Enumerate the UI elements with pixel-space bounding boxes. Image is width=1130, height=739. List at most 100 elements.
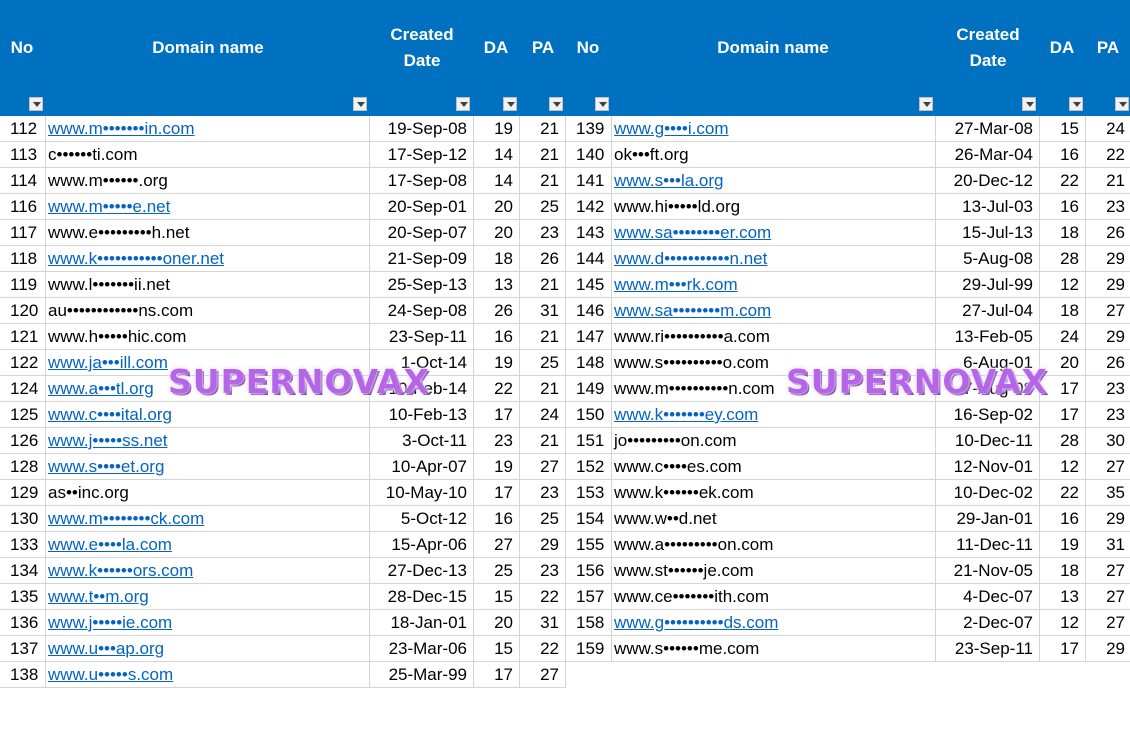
table-row: 156 www.st••••••je.com 21-Nov-05 18 27	[566, 558, 1130, 584]
cell-no: 121	[10, 324, 46, 349]
cell-pa: 27	[520, 454, 566, 479]
domain-link[interactable]: www.a•••tl.org	[46, 376, 370, 401]
cell-da: 23	[474, 428, 520, 453]
domain-link[interactable]: www.j•••••ie.com	[46, 610, 370, 635]
table-row: 113 c••••••ti.com 17-Sep-12 14 21	[0, 142, 566, 168]
domain-link[interactable]: www.m•••••e.net	[46, 194, 370, 219]
domain-link[interactable]: www.sa••••••••m.com	[612, 298, 936, 323]
domain-link[interactable]: www.k•••••••ey.com	[612, 402, 936, 427]
domain-link[interactable]: www.s••••et.org	[46, 454, 370, 479]
cell-domain: as••inc.org	[46, 480, 370, 505]
cell-created-date: 27-Dec-13	[370, 558, 474, 583]
cell-domain: www.s••••••••••o.com	[612, 350, 936, 375]
cell-created-date: 10-Feb-14	[370, 376, 474, 401]
domain-link[interactable]: www.ja•••ill.com	[46, 350, 370, 375]
filter-dropdown-no[interactable]	[29, 97, 43, 111]
table-row: 133 www.e••••la.com 15-Apr-06 27 29	[0, 532, 566, 558]
table-row: 148 www.s••••••••••o.com 6-Aug-01 20 26	[566, 350, 1130, 376]
cell-created-date: 10-Dec-02	[936, 480, 1040, 505]
domain-link[interactable]: www.d•••••••••••n.net	[612, 246, 936, 271]
cell-domain: www.ri••••••••••a.com	[612, 324, 936, 349]
domain-link[interactable]: www.m••••••••ck.com	[46, 506, 370, 531]
table-row: 153 www.k••••••ek.com 10-Dec-02 22 35	[566, 480, 1130, 506]
cell-da: 17	[1040, 402, 1086, 427]
cell-pa: 21	[520, 142, 566, 167]
cell-pa: 30	[1086, 428, 1130, 453]
domain-link[interactable]: www.k•••••••••••oner.net	[46, 246, 370, 271]
cell-created-date: 10-Dec-11	[936, 428, 1040, 453]
domain-link[interactable]: www.m•••••••in.com	[46, 116, 370, 141]
cell-da: 16	[1040, 194, 1086, 219]
table-row: 146 www.sa••••••••m.com 27-Jul-04 18 27	[566, 298, 1130, 324]
filter-dropdown-date[interactable]	[1022, 97, 1036, 111]
cell-created-date: 20-Sep-07	[370, 220, 474, 245]
cell-pa: 27	[1086, 298, 1130, 323]
cell-da: 28	[1040, 428, 1086, 453]
cell-created-date: 13-Feb-05	[936, 324, 1040, 349]
cell-pa: 25	[520, 194, 566, 219]
cell-domain: www.l•••••••ii.net	[46, 272, 370, 297]
filter-dropdown-no[interactable]	[595, 97, 609, 111]
table-row: 118 www.k•••••••••••oner.net 21-Sep-09 18 26	[0, 246, 566, 272]
cell-domain: ok•••ft.org	[612, 142, 936, 167]
header-created-date: Created Date	[956, 25, 1020, 70]
cell-created-date: 20-Dec-12	[936, 168, 1040, 193]
filter-dropdown-domain[interactable]	[919, 97, 933, 111]
cell-pa: 27	[520, 662, 566, 687]
cell-no: 148	[576, 350, 612, 375]
domain-link[interactable]: www.e••••la.com	[46, 532, 370, 557]
header-created-date: Created Date	[390, 25, 454, 70]
domain-link[interactable]: www.g••••••••••ds.com	[612, 610, 936, 635]
domain-link[interactable]: www.k••••••ors.com	[46, 558, 370, 583]
domain-link[interactable]: www.u•••ap.org	[46, 636, 370, 661]
filter-dropdown-domain[interactable]	[353, 97, 367, 111]
table-row: 157 www.ce•••••••ith.com 4-Dec-07 13 27	[566, 584, 1130, 610]
cell-no: 133	[10, 532, 46, 557]
domain-link[interactable]: www.s•••la.org	[612, 168, 936, 193]
cell-da: 15	[474, 584, 520, 609]
cell-pa: 31	[520, 610, 566, 635]
cell-domain: www.c••••es.com	[612, 454, 936, 479]
cell-no: 125	[10, 402, 46, 427]
cell-pa: 27	[1086, 584, 1130, 609]
header-no: No	[576, 38, 600, 57]
filter-dropdown-da[interactable]	[503, 97, 517, 111]
cell-pa: 24	[1086, 116, 1130, 141]
domain-link[interactable]: www.g••••i.com	[612, 116, 936, 141]
cell-da: 17	[1040, 376, 1086, 401]
cell-no: 128	[10, 454, 46, 479]
cell-created-date: 6-Aug-01	[936, 350, 1040, 375]
domain-link[interactable]: www.u•••••s.com	[46, 662, 370, 687]
cell-pa: 23	[1086, 402, 1130, 427]
filter-dropdown-date[interactable]	[456, 97, 470, 111]
cell-no: 144	[576, 246, 612, 271]
cell-pa: 27	[1086, 558, 1130, 583]
domain-link[interactable]: www.t••m.org	[46, 584, 370, 609]
cell-created-date: 15-Jul-13	[936, 220, 1040, 245]
cell-created-date: 10-Apr-07	[370, 454, 474, 479]
cell-no: 150	[576, 402, 612, 427]
header-pa: PA	[531, 38, 555, 57]
domain-link[interactable]: www.j•••••ss.net	[46, 428, 370, 453]
table-header: No Domain name Created Date DA PA	[0, 0, 566, 116]
table-row: 140 ok•••ft.org 26-Mar-04 16 22	[566, 142, 1130, 168]
cell-no: 112	[10, 116, 46, 141]
cell-pa: 29	[1086, 272, 1130, 297]
cell-pa: 23	[520, 220, 566, 245]
domain-link[interactable]: www.c••••ital.org	[46, 402, 370, 427]
filter-dropdown-da[interactable]	[1069, 97, 1083, 111]
cell-created-date: 29-Jul-99	[936, 272, 1040, 297]
cell-da: 15	[1040, 116, 1086, 141]
table-row: 121 www.h•••••hic.com 23-Sep-11 16 21	[0, 324, 566, 350]
cell-pa: 29	[1086, 324, 1130, 349]
table-row: 136 www.j•••••ie.com 18-Jan-01 20 31	[0, 610, 566, 636]
cell-no: 142	[576, 194, 612, 219]
domain-link[interactable]: www.m•••rk.com	[612, 272, 936, 297]
cell-domain: www.h•••••hic.com	[46, 324, 370, 349]
filter-dropdown-pa[interactable]	[1115, 97, 1129, 111]
table-header: No Domain name Created Date DA PA	[566, 0, 1130, 116]
cell-da: 16	[1040, 506, 1086, 531]
filter-dropdown-pa[interactable]	[549, 97, 563, 111]
domain-link[interactable]: www.sa••••••••er.com	[612, 220, 936, 245]
cell-created-date: 12-Nov-01	[936, 454, 1040, 479]
